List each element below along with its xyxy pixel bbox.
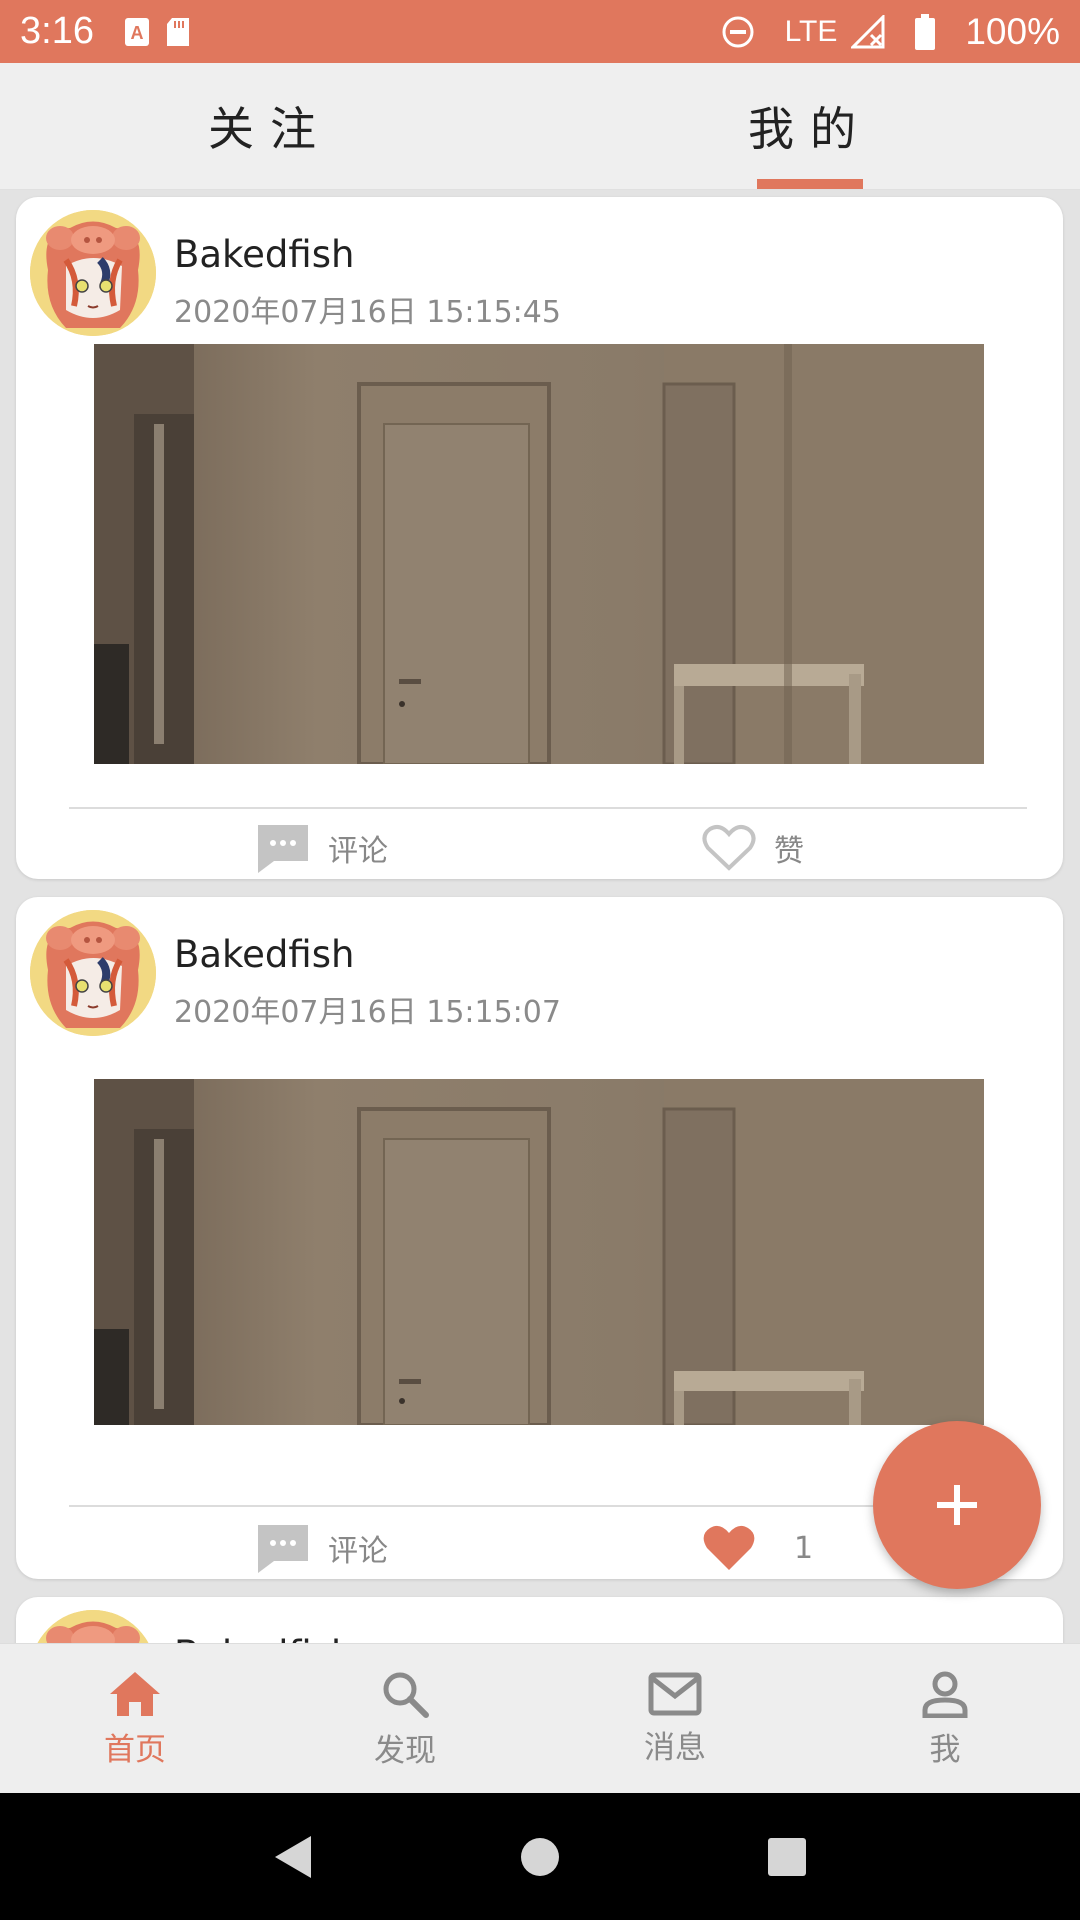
post-timestamp: 2020年07月16日 15:15:07 bbox=[174, 995, 561, 1030]
tab-mine-label: 我的 bbox=[748, 102, 872, 156]
nav-discover-label: 发现 bbox=[374, 1732, 436, 1769]
search-icon bbox=[383, 1672, 429, 1718]
post-feed[interactable]: Bakedfish 2020年07月16日 15:15:45 评论 赞 Bake… bbox=[0, 189, 1080, 1643]
heart-outline-icon bbox=[702, 824, 756, 871]
do-not-disturb-icon bbox=[721, 15, 755, 49]
system-nav-bar bbox=[0, 1793, 1080, 1920]
like-count: 1 bbox=[794, 1530, 814, 1566]
post-username[interactable]: Bakedfish bbox=[174, 233, 354, 276]
add-post-button[interactable] bbox=[873, 1421, 1041, 1589]
nav-home-label: 首页 bbox=[104, 1731, 166, 1768]
comment-icon bbox=[258, 825, 308, 873]
status-bar: 3:16 A LTE 100% bbox=[0, 0, 1080, 63]
comment-icon bbox=[258, 1525, 308, 1573]
post-username[interactable]: Bakedfish bbox=[174, 1633, 354, 1643]
nav-home[interactable]: 首页 bbox=[0, 1644, 270, 1794]
like-button[interactable]: 1 bbox=[702, 1519, 813, 1577]
nav-me[interactable]: 我 bbox=[810, 1644, 1080, 1794]
post-username[interactable]: Bakedfish bbox=[174, 933, 354, 976]
active-tab-indicator bbox=[757, 179, 863, 189]
post-card: Bakedfish 2020年07月16日 15:15:45 评论 赞 bbox=[16, 197, 1063, 879]
comment-label: 评论 bbox=[328, 1534, 388, 1569]
tab-following-label: 关注 bbox=[208, 102, 332, 156]
bottom-nav: 首页 发现 消息 我 bbox=[0, 1643, 1080, 1794]
comment-button[interactable]: 评论 bbox=[256, 819, 388, 877]
comment-button[interactable]: 评论 bbox=[256, 1519, 388, 1577]
status-time: 3:16 bbox=[20, 10, 94, 52]
mail-icon bbox=[648, 1672, 702, 1715]
avatar[interactable] bbox=[30, 1610, 156, 1643]
top-tabs: 关注 我的 bbox=[0, 63, 1080, 190]
heart-filled-icon bbox=[703, 1525, 755, 1570]
battery-level: 100% bbox=[965, 10, 1060, 52]
signal-icon bbox=[851, 14, 885, 49]
home-icon bbox=[110, 1671, 160, 1716]
like-button[interactable]: 赞 bbox=[702, 819, 804, 877]
back-icon[interactable] bbox=[273, 1834, 313, 1880]
post-card: Bakedfish bbox=[16, 1597, 1063, 1643]
tab-mine[interactable]: 我的 bbox=[540, 63, 1080, 189]
nav-messages[interactable]: 消息 bbox=[540, 1644, 810, 1794]
person-icon bbox=[922, 1671, 968, 1718]
tab-following[interactable]: 关注 bbox=[0, 63, 540, 189]
recents-icon[interactable] bbox=[767, 1837, 807, 1877]
comment-label: 评论 bbox=[328, 834, 388, 869]
nav-messages-label: 消息 bbox=[644, 1729, 706, 1766]
post-timestamp: 2020年07月16日 15:15:45 bbox=[174, 295, 561, 330]
keyboard-notification-icon: A bbox=[124, 17, 150, 47]
avatar[interactable] bbox=[30, 210, 156, 336]
post-divider bbox=[69, 807, 1027, 809]
post-image[interactable] bbox=[94, 344, 984, 764]
post-image[interactable] bbox=[94, 1079, 984, 1425]
battery-icon bbox=[915, 13, 936, 50]
nav-discover[interactable]: 发现 bbox=[270, 1644, 540, 1794]
avatar[interactable] bbox=[30, 910, 156, 1036]
nav-me-label: 我 bbox=[929, 1731, 961, 1768]
sd-card-icon bbox=[166, 17, 190, 47]
like-label: 赞 bbox=[774, 834, 804, 869]
plus-icon bbox=[937, 1485, 977, 1525]
home-button-icon[interactable] bbox=[520, 1837, 560, 1877]
network-type: LTE bbox=[784, 14, 838, 48]
svg-text:A: A bbox=[130, 23, 143, 43]
